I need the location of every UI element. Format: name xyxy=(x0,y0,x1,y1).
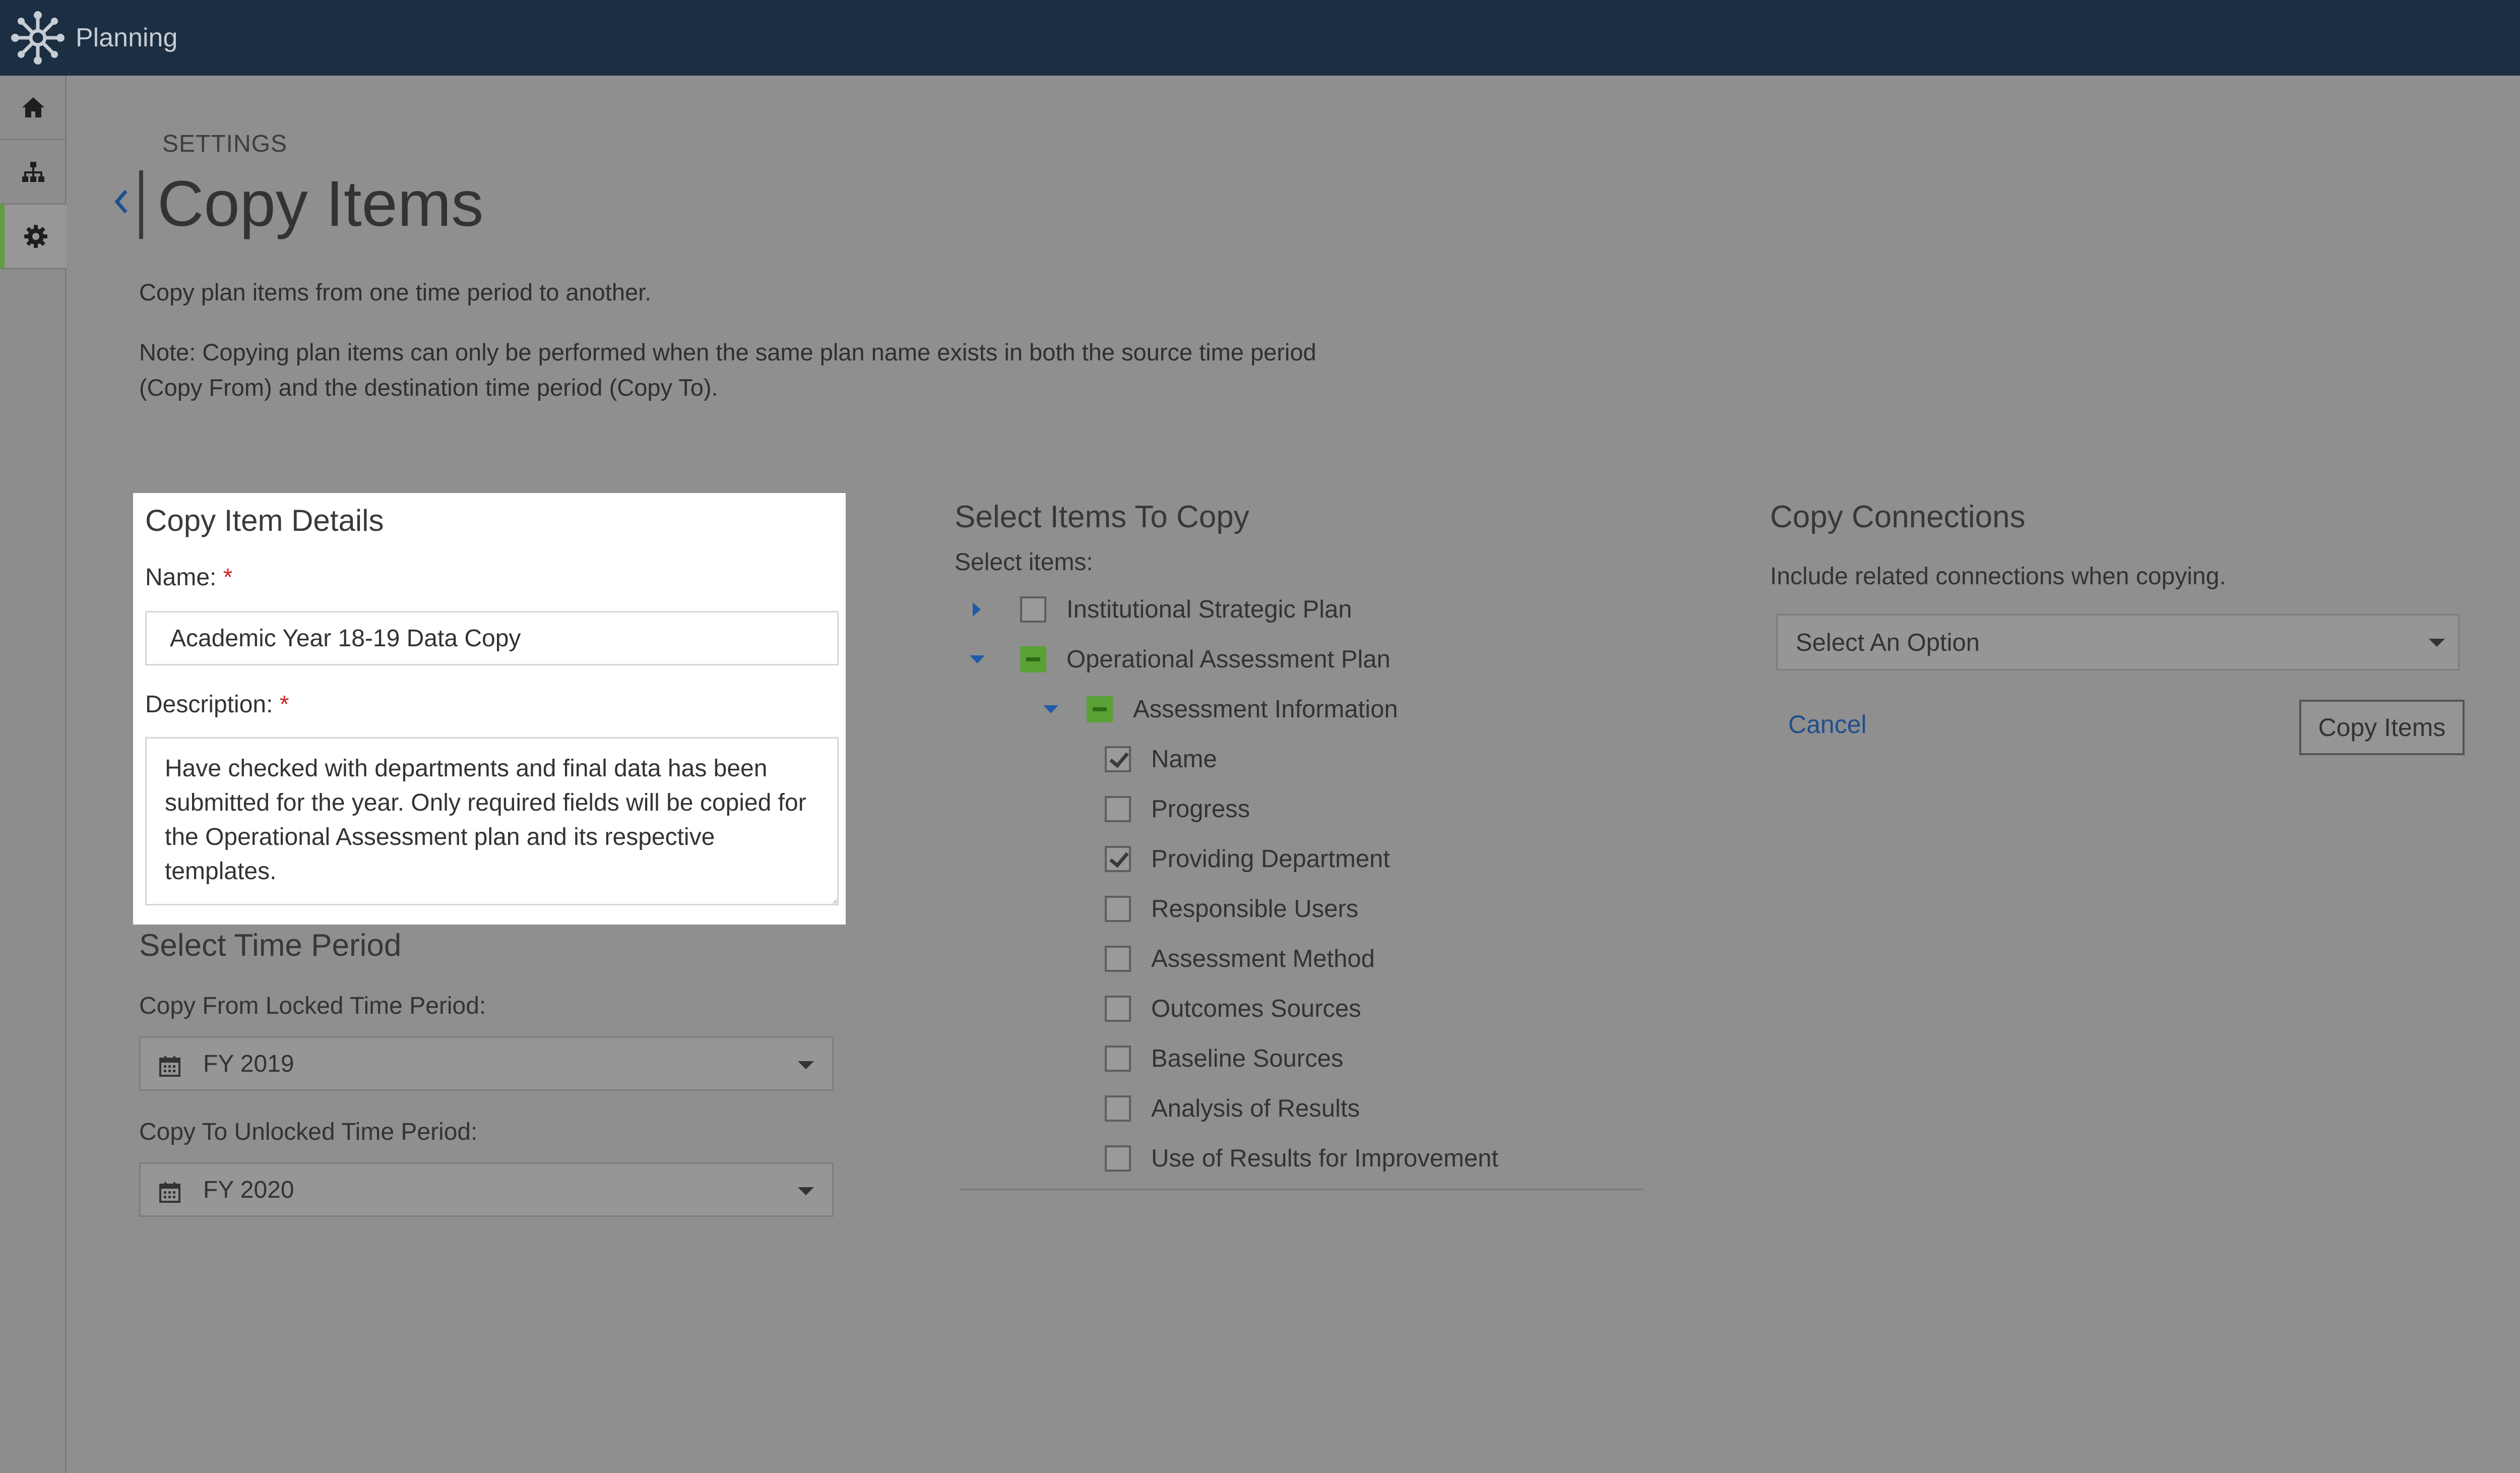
time-period-heading: Select Time Period xyxy=(139,928,402,963)
checkbox[interactable] xyxy=(1020,646,1046,672)
description-label-text: Description: xyxy=(145,691,273,718)
left-sidebar xyxy=(0,76,67,1473)
copy-to-select[interactable]: FY 2020 xyxy=(139,1162,834,1217)
connections-select[interactable]: Select An Option xyxy=(1776,614,2460,670)
gear-icon xyxy=(24,224,47,248)
checkbox[interactable] xyxy=(1105,996,1131,1022)
details-heading: Copy Item Details xyxy=(145,504,384,537)
copy-connections-description: Include related connections when copying… xyxy=(1770,563,2226,590)
expand-arrow-icon[interactable] xyxy=(973,602,981,617)
copy-from-select[interactable]: FY 2019 xyxy=(139,1036,834,1091)
collapse-arrow-icon[interactable] xyxy=(1043,705,1058,713)
tree-row-operational-assessment-plan[interactable]: Operational Assessment Plan xyxy=(955,642,1610,677)
page-intro: Copy plan items from one time period to … xyxy=(139,279,652,305)
tree-item-label: Assessment Method xyxy=(1151,945,1375,972)
tree-row-progress[interactable]: Progress xyxy=(955,791,1610,827)
copy-item-details-card: Copy Item Details Name: * Description: * xyxy=(133,493,846,925)
copy-to-label: Copy To Unlocked Time Period: xyxy=(139,1119,478,1145)
calendar-icon xyxy=(159,1056,180,1077)
copy-from-label: Copy From Locked Time Period: xyxy=(139,993,486,1019)
tree-item-label: Progress xyxy=(1151,795,1250,823)
org-chart-icon xyxy=(22,161,44,182)
checkbox[interactable] xyxy=(1105,946,1131,972)
top-bar: Planning xyxy=(0,0,2520,76)
sidebar-item-home[interactable] xyxy=(0,76,67,140)
cancel-link[interactable]: Cancel xyxy=(1788,710,1867,739)
app-title: Planning xyxy=(76,23,178,52)
name-label-text: Name: xyxy=(145,564,217,591)
select-items-subheading: Select items: xyxy=(955,549,1093,576)
tree-row-responsible-users[interactable]: Responsible Users xyxy=(955,891,1610,927)
copy-to-value: FY 2020 xyxy=(203,1176,294,1203)
tree-row-name[interactable]: Name xyxy=(955,742,1610,777)
tree-item-label: Responsible Users xyxy=(1151,895,1359,923)
tree-row-assessment-information[interactable]: Assessment Information xyxy=(955,692,1610,727)
description-textarea[interactable] xyxy=(145,737,839,905)
tree-row-use-of-results[interactable]: Use of Results for Improvement xyxy=(955,1141,1610,1176)
copy-items-button[interactable]: Copy Items xyxy=(2299,700,2465,755)
planning-logo-icon[interactable] xyxy=(10,10,66,66)
tree-row-institutional-strategic-plan[interactable]: Institutional Strategic Plan xyxy=(955,592,1610,627)
checkbox[interactable] xyxy=(1105,1145,1131,1172)
checkbox[interactable] xyxy=(1105,796,1131,822)
tree-item-label: Use of Results for Improvement xyxy=(1151,1145,1498,1172)
tree-item-label: Name xyxy=(1151,746,1217,773)
note-line-2: (Copy From) and the destination time per… xyxy=(139,374,718,401)
tree-item-label: Institutional Strategic Plan xyxy=(1066,596,1352,623)
page-title: Copy Items xyxy=(157,168,484,240)
checkbox[interactable] xyxy=(1105,1046,1131,1072)
checkbox[interactable] xyxy=(1105,846,1131,872)
sidebar-item-settings[interactable] xyxy=(0,205,67,269)
copy-from-value: FY 2019 xyxy=(203,1050,294,1077)
tree-row-assessment-method[interactable]: Assessment Method xyxy=(955,941,1610,976)
collapse-arrow-icon[interactable] xyxy=(970,655,985,663)
breadcrumb: SETTINGS xyxy=(162,131,288,157)
calendar-icon xyxy=(159,1182,180,1203)
page-note: Note: Copying plan items can only be per… xyxy=(139,335,1500,405)
chevron-down-icon xyxy=(2429,639,2445,647)
connections-select-value: Select An Option xyxy=(1796,629,1980,656)
tree-item-label: Outcomes Sources xyxy=(1151,995,1361,1022)
tree-row-outcomes-sources[interactable]: Outcomes Sources xyxy=(955,991,1610,1026)
required-marker: * xyxy=(223,564,233,591)
home-icon xyxy=(22,97,44,117)
required-marker: * xyxy=(279,691,289,718)
chevron-down-icon xyxy=(798,1187,814,1195)
title-divider xyxy=(139,170,143,239)
tree-item-label: Providing Department xyxy=(1151,845,1390,873)
tree-item-label: Assessment Information xyxy=(1133,696,1398,723)
checkbox[interactable] xyxy=(1020,596,1046,623)
tree-row-providing-department[interactable]: Providing Department xyxy=(955,841,1610,877)
note-line-1: Note: Copying plan items can only be per… xyxy=(139,339,1316,365)
tree-row-baseline-sources[interactable]: Baseline Sources xyxy=(955,1041,1610,1076)
checkbox[interactable] xyxy=(1105,896,1131,922)
description-label: Description: * xyxy=(145,691,289,718)
copy-connections-heading: Copy Connections xyxy=(1770,500,2026,534)
select-items-heading: Select Items To Copy xyxy=(955,500,1249,534)
tree-row-analysis-of-results[interactable]: Analysis of Results xyxy=(955,1091,1610,1126)
checkbox[interactable] xyxy=(1105,1095,1131,1122)
back-chevron-icon[interactable] xyxy=(111,184,131,219)
tree-item-label: Analysis of Results xyxy=(1151,1095,1360,1122)
sidebar-item-hierarchy[interactable] xyxy=(0,140,67,205)
checkbox[interactable] xyxy=(1087,696,1113,722)
name-label: Name: * xyxy=(145,564,232,591)
name-input[interactable] xyxy=(145,611,839,665)
tree-divider xyxy=(960,1189,1643,1190)
tree-item-label: Baseline Sources xyxy=(1151,1045,1344,1072)
tree-item-label: Operational Assessment Plan xyxy=(1066,646,1391,673)
checkbox[interactable] xyxy=(1105,746,1131,772)
chevron-down-icon xyxy=(798,1061,814,1069)
